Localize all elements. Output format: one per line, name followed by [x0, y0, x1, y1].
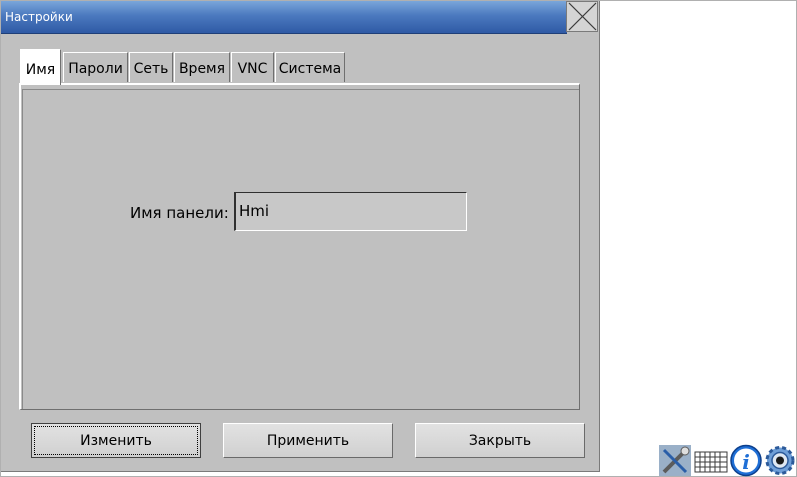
svg-text:i: i: [742, 450, 750, 474]
settings-gear-icon[interactable]: [763, 444, 797, 477]
keyboard-icon[interactable]: [694, 444, 728, 477]
close-icon: [568, 2, 597, 31]
tab-passwords[interactable]: Пароли: [63, 52, 128, 82]
panel-name-label: Имя панели:: [130, 204, 229, 222]
tab-name[interactable]: Имя: [20, 49, 61, 85]
panel-name-field[interactable]: Hmi: [234, 192, 467, 231]
system-tray: i: [658, 444, 797, 477]
settings-window: Настройки Имя Пароли Сеть Время VNC Сист…: [1, 1, 600, 472]
tab-system[interactable]: Система: [275, 52, 345, 82]
tab-network[interactable]: Сеть: [129, 52, 173, 82]
change-button[interactable]: Изменить: [31, 423, 201, 458]
tools-icon[interactable]: [658, 444, 692, 477]
tab-time[interactable]: Время: [174, 52, 230, 82]
info-icon[interactable]: i: [729, 444, 763, 477]
tab-panel-name: [19, 83, 580, 410]
apply-button[interactable]: Применить: [223, 423, 393, 458]
close-button[interactable]: Закрыть: [415, 423, 585, 458]
title-bar[interactable]: Настройки: [1, 1, 567, 34]
close-window-button[interactable]: [566, 1, 598, 32]
tab-vnc[interactable]: VNC: [231, 52, 274, 82]
window-title: Настройки: [5, 10, 73, 24]
